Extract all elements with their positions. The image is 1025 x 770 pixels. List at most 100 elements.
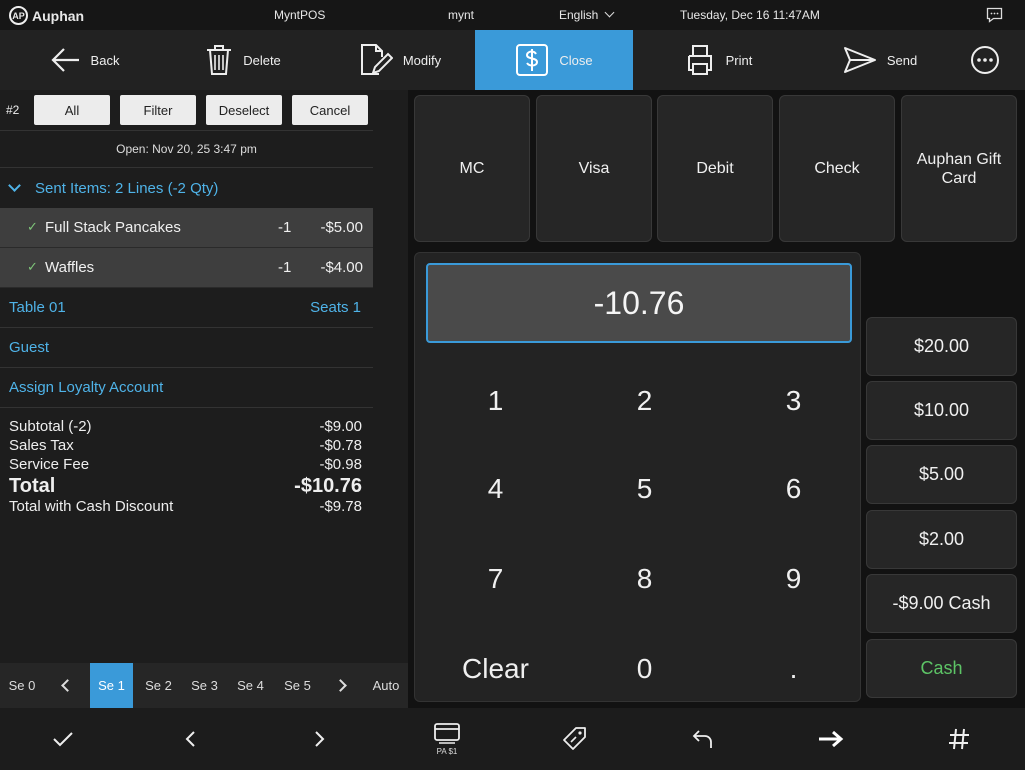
chevron-down-icon [8, 179, 21, 192]
more-button[interactable] [960, 30, 1010, 90]
guest-label: Guest [9, 339, 50, 356]
table-name: Table 01 [9, 299, 66, 316]
item-qty: -1 [278, 219, 292, 236]
tender-debit[interactable]: Debit [657, 95, 773, 242]
item-price: -$4.00 [320, 259, 363, 276]
sent-items-header[interactable]: Sent Items: 2 Lines (-2 Qty) [0, 168, 373, 208]
seat-5[interactable]: Se 5 [276, 663, 319, 708]
quick-cash-5[interactable]: $5.00 [866, 445, 1017, 504]
order-panel: #2 All Filter Deselect Cancel Open: Nov … [0, 90, 373, 663]
cash-button[interactable]: Cash [866, 639, 1017, 698]
order-item-row[interactable]: ✓ Waffles -1 -$4.00 [0, 248, 373, 288]
modify-button[interactable]: Modify [345, 30, 455, 90]
chat-icon[interactable] [986, 7, 1003, 26]
key-decimal[interactable]: . [719, 624, 868, 714]
seat-4[interactable]: Se 4 [229, 663, 272, 708]
seat-auto[interactable]: Auto [364, 663, 408, 708]
check-icon: ✓ [27, 219, 38, 234]
key-0[interactable]: 0 [570, 624, 719, 714]
undo-button[interactable] [672, 708, 734, 770]
quick-cash-2[interactable]: $2.00 [866, 510, 1017, 569]
quick-cash-20[interactable]: $20.00 [866, 317, 1017, 376]
close-label: Close [559, 52, 593, 68]
seat-2[interactable]: Se 2 [137, 663, 180, 708]
user-name[interactable]: mynt [448, 8, 474, 22]
chevron-left-icon [185, 731, 195, 747]
seat-1[interactable]: Se 1 [90, 663, 133, 708]
key-1[interactable]: 1 [421, 356, 570, 446]
pos-app: AP Auphan MyntPOS mynt English Tuesday, … [0, 0, 1025, 770]
loyalty-row[interactable]: Assign Loyalty Account [0, 368, 373, 408]
seat-0[interactable]: Se 0 [0, 663, 44, 708]
key-8[interactable]: 8 [570, 534, 719, 624]
item-name: Full Stack Pancakes [45, 219, 181, 236]
tender-visa[interactable]: Visa [536, 95, 652, 242]
next-button[interactable] [288, 708, 352, 770]
delete-button[interactable]: Delete [188, 30, 298, 90]
tender-mc[interactable]: MC [414, 95, 530, 242]
chevron-left-icon [60, 679, 74, 692]
selection-chips: #2 All Filter Deselect Cancel [0, 90, 373, 130]
chip-cancel[interactable]: Cancel [292, 95, 368, 125]
numeric-keypad: -10.76 1 2 3 4 5 6 7 8 9 Clear 0 . [414, 252, 861, 702]
total-label: Total [9, 475, 56, 497]
number-button[interactable] [928, 708, 990, 770]
seat-next-button[interactable] [324, 663, 356, 708]
key-4[interactable]: 4 [421, 444, 570, 534]
card-reader-icon [434, 723, 460, 744]
hash-icon [949, 728, 969, 750]
confirm-button[interactable] [30, 708, 96, 770]
forward-button[interactable] [800, 708, 862, 770]
quick-cash-exact[interactable]: -$9.00 Cash [866, 574, 1017, 633]
amount-display[interactable]: -10.76 [426, 263, 852, 343]
printer-icon [687, 45, 712, 75]
key-3[interactable]: 3 [719, 356, 868, 446]
chevron-right-icon [333, 679, 347, 692]
key-7[interactable]: 7 [421, 534, 570, 624]
chip-all[interactable]: All [34, 95, 110, 125]
brand-logo: AP Auphan [9, 6, 84, 25]
order-item-row[interactable]: ✓ Full Stack Pancakes -1 -$5.00 [0, 208, 373, 248]
close-button[interactable]: Close [475, 30, 633, 90]
subtotal-label: Subtotal (-2) [9, 418, 92, 435]
previous-button[interactable] [158, 708, 222, 770]
send-button[interactable]: Send [825, 30, 935, 90]
quick-cash-10[interactable]: $10.00 [866, 381, 1017, 440]
checkmark-icon [53, 732, 73, 747]
language-select[interactable]: English [559, 7, 615, 22]
key-5[interactable]: 5 [570, 444, 719, 534]
app-name: MyntPOS [274, 8, 326, 22]
check-icon: ✓ [27, 259, 38, 274]
seat-3[interactable]: Se 3 [183, 663, 226, 708]
undo-icon [692, 730, 712, 748]
key-9[interactable]: 9 [719, 534, 868, 624]
sent-items-label: Sent Items: 2 Lines (-2 Qty) [35, 179, 219, 197]
print-button[interactable]: Print [663, 30, 773, 90]
key-2[interactable]: 2 [570, 356, 719, 446]
seat-bar: Se 0 Se 1 Se 2 Se 3 Se 4 Se 5 Auto [0, 663, 408, 708]
guest-row[interactable]: Guest [0, 328, 373, 368]
key-6[interactable]: 6 [719, 444, 868, 534]
seat-prev-button[interactable] [50, 663, 84, 708]
back-button[interactable]: Back [30, 30, 140, 90]
chevron-down-icon [604, 7, 615, 18]
edit-document-icon [360, 44, 393, 75]
pay-at-table-button[interactable]: PA $1 [416, 708, 478, 770]
tender-check[interactable]: Check [779, 95, 895, 242]
tender-gift-card[interactable]: Auphan Gift Card [901, 95, 1017, 242]
chip-deselect[interactable]: Deselect [206, 95, 282, 125]
key-clear[interactable]: Clear [421, 624, 570, 714]
table-row[interactable]: Table 01 Seats 1 [0, 288, 373, 328]
tax-label: Sales Tax [9, 437, 74, 454]
item-price: -$5.00 [320, 219, 363, 236]
discount-button[interactable] [544, 708, 606, 770]
trash-icon [207, 45, 232, 75]
bottom-bar: PA $1 [0, 708, 1025, 770]
tax-row: Sales Tax -$0.78 [0, 437, 373, 456]
send-icon [843, 47, 876, 73]
chip-filter[interactable]: Filter [120, 95, 196, 125]
datetime: Tuesday, Dec 16 11:47AM [680, 8, 820, 22]
action-toolbar: Back Delete Modify Close Print Send [0, 30, 1025, 90]
chevron-right-icon [315, 731, 325, 747]
arrow-left-icon [50, 48, 79, 72]
